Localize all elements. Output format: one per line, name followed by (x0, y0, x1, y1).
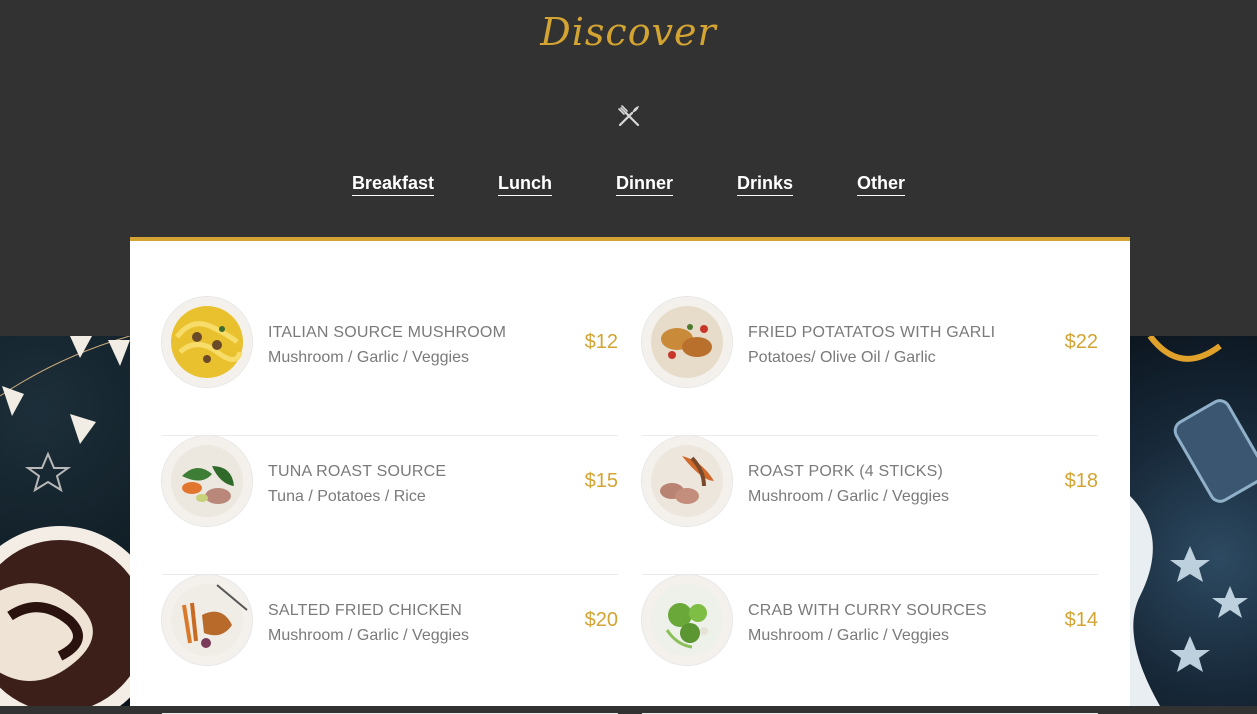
dish-price: $22 (1064, 331, 1098, 353)
dish-photo-pasta (162, 297, 252, 387)
dish-price: $15 (584, 470, 618, 492)
tab-lunch[interactable]: Lunch (497, 173, 552, 196)
dish-name: ROAST PORK (4 STICKS) (748, 463, 944, 480)
dish-photo-crab (642, 575, 732, 665)
menu-item[interactable]: ROAST PORK (4 STICKS) Mushroom / Garlic … (642, 436, 1098, 575)
menu-item[interactable]: TUNA ROAST SOURCE Tuna / Potatoes / Rice… (162, 436, 618, 575)
dish-name: FRIED POTATATOS WITH GARLI (748, 324, 996, 341)
menu-grid: ITALIAN SOURCE MUSHROOM Mushroom / Garli… (162, 297, 1098, 714)
tab-other[interactable]: Other (857, 173, 906, 196)
menu-item[interactable]: SALTED FRIED CHICKEN Mushroom / Garlic /… (162, 575, 618, 714)
tab-drinks[interactable]: Drinks (737, 173, 794, 196)
right-background-photo (1130, 336, 1257, 706)
dish-price: $18 (1064, 470, 1098, 492)
dish-photo-chicken (162, 575, 252, 665)
dish-name: CRAB WITH CURRY SOURCES (748, 602, 987, 619)
dish-description: Mushroom / Garlic / Veggies (268, 349, 469, 366)
dish-description: Potatoes/ Olive Oil / Garlic (748, 349, 936, 366)
dish-description: Mushroom / Garlic / Veggies (748, 627, 949, 644)
utensils-icon (618, 105, 640, 127)
dish-description: Mushroom / Garlic / Veggies (748, 488, 949, 505)
left-background-photo (0, 336, 130, 706)
menu-category-tabs: Breakfast Lunch Dinner Drinks Other (0, 173, 1257, 196)
dish-photo-potatoes (642, 297, 732, 387)
dish-photo-pork (642, 436, 732, 526)
tab-dinner[interactable]: Dinner (615, 173, 673, 196)
menu-card: ITALIAN SOURCE MUSHROOM Mushroom / Garli… (130, 237, 1130, 714)
dish-price: $12 (584, 331, 618, 353)
menu-item[interactable]: CRAB WITH CURRY SOURCES Mushroom / Garli… (642, 575, 1098, 714)
dish-price: $14 (1064, 609, 1098, 631)
dish-description: Mushroom / Garlic / Veggies (268, 627, 469, 644)
dish-name: SALTED FRIED CHICKEN (268, 602, 462, 619)
dish-price: $20 (584, 609, 618, 631)
menu-item[interactable]: ITALIAN SOURCE MUSHROOM Mushroom / Garli… (162, 297, 618, 436)
menu-item[interactable]: FRIED POTATATOS WITH GARLI Potatoes/ Oli… (642, 297, 1098, 436)
dish-description: Tuna / Potatoes / Rice (268, 488, 426, 505)
dish-name: TUNA ROAST SOURCE (268, 463, 447, 480)
dish-name: ITALIAN SOURCE MUSHROOM (268, 324, 507, 341)
tab-breakfast[interactable]: Breakfast (351, 173, 434, 196)
dish-photo-tuna (162, 436, 252, 526)
page-title: Discover (540, 10, 717, 54)
